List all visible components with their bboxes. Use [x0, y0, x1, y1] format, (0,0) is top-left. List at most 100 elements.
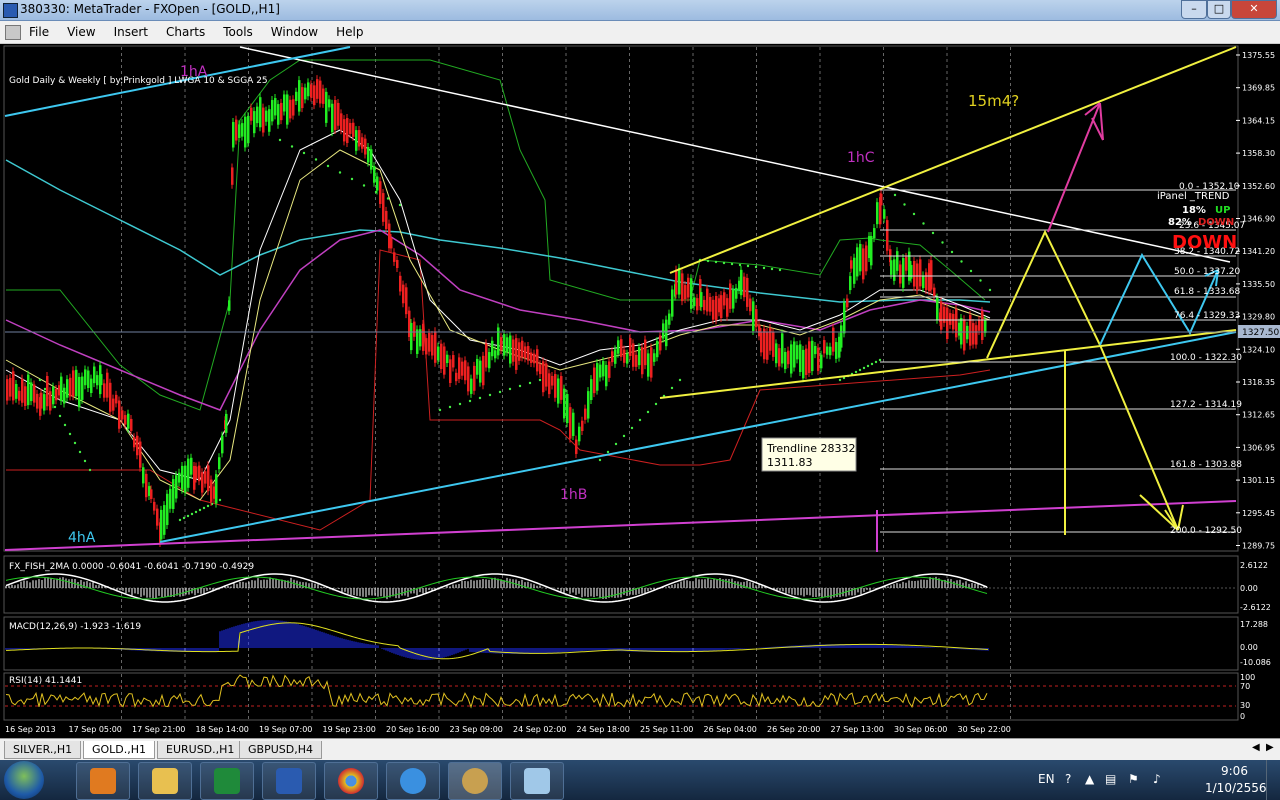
maximize-button[interactable]: □ [1207, 0, 1231, 19]
candle-body [346, 118, 349, 144]
sar-dot [630, 426, 634, 430]
sar-dot [778, 268, 782, 272]
fish-scale-bot: -2.6122 [1240, 603, 1271, 612]
candle-body [715, 295, 718, 321]
taskbar-metatrader[interactable] [448, 762, 502, 800]
tabs-scroll-left[interactable]: ◀ [1252, 742, 1260, 753]
candle-body [662, 323, 665, 339]
candle-body [623, 349, 626, 363]
candle-body [913, 260, 916, 287]
close-button[interactable]: ✕ [1231, 0, 1277, 19]
ipanel-up: UP [1215, 205, 1230, 216]
candle-body [581, 420, 584, 432]
candle-body [215, 474, 218, 504]
tray-flag-icon[interactable]: ⚑ [1128, 772, 1139, 786]
fib-label-764: 76.4 - 1329.33 [1174, 311, 1240, 321]
tray-network-icon[interactable]: ▤ [1105, 772, 1116, 786]
candle-body [178, 472, 181, 483]
sar-dot [218, 498, 222, 502]
sar-dot [838, 378, 842, 382]
sar-dot [43, 387, 47, 391]
tray-help-icon[interactable]: ? [1065, 772, 1071, 786]
candle-body [681, 273, 684, 302]
sar-dot [63, 423, 67, 427]
sar-dot [878, 358, 882, 362]
tray-date[interactable]: 1/10/2556 [1205, 781, 1267, 795]
candle-body [373, 166, 376, 183]
candle-body [506, 337, 509, 353]
candle-body [434, 331, 437, 363]
price-tick-label: 1364.15 [1242, 116, 1275, 125]
sar-dot [58, 414, 62, 418]
candle-body [509, 335, 512, 364]
taskbar-word[interactable] [262, 762, 316, 800]
tab-gold[interactable]: GOLD.,H1 [83, 741, 156, 759]
candle-body [78, 376, 81, 408]
menu-tools[interactable]: Tools [214, 22, 262, 42]
tray-volume-icon[interactable]: ♪ [1153, 772, 1161, 786]
annotation-15m4: 15m4? [968, 92, 1019, 110]
price-tick-label: 1324.10 [1242, 345, 1275, 354]
candle-body [856, 247, 859, 277]
candle-body [846, 298, 849, 308]
candle-body [231, 167, 234, 185]
sar-dot [488, 393, 492, 397]
taskbar-media-player[interactable] [76, 762, 130, 800]
candle-body [500, 337, 503, 351]
candle-body [81, 376, 84, 400]
menu-charts[interactable]: Charts [157, 22, 214, 42]
sar-dot [448, 405, 452, 409]
taskbar-explorer[interactable] [138, 762, 192, 800]
taskbar-chrome[interactable] [324, 762, 378, 800]
candle-body [268, 109, 271, 132]
show-desktop-button[interactable] [1266, 760, 1280, 800]
start-button[interactable] [4, 761, 44, 799]
rsi-label: RSI(14) 41.1441 [9, 676, 82, 686]
candle-body [826, 346, 829, 355]
menu-help[interactable]: Help [327, 22, 372, 42]
menu-bar: FileViewInsertChartsToolsWindowHelp – ❐ … [0, 21, 1280, 59]
candle-body [166, 493, 169, 526]
document-icon[interactable] [5, 25, 21, 40]
taskbar-internet-explorer[interactable] [386, 762, 440, 800]
candle-body [313, 85, 316, 106]
candle-body [169, 488, 172, 509]
minimize-button[interactable]: – [1181, 0, 1207, 19]
candle-body [431, 335, 434, 356]
menu-view[interactable]: View [58, 22, 104, 42]
chart-area[interactable]: Gold Daily & Weekly [ by:Prinkgold ] LWG… [0, 44, 1280, 738]
candle-body [684, 285, 687, 300]
price-tick-label: 1341.20 [1242, 247, 1275, 256]
candle-body [60, 376, 63, 401]
menu-window[interactable]: Window [262, 22, 327, 42]
tab-eurusd[interactable]: EURUSD.,H1 [157, 741, 244, 759]
candle-body [814, 345, 817, 355]
candle-body [563, 388, 566, 419]
tray-clock[interactable]: 9:06 [1221, 764, 1248, 778]
candle-body [975, 325, 978, 345]
menu-insert[interactable]: Insert [105, 22, 157, 42]
candle-body [823, 340, 826, 354]
menu-file[interactable]: File [20, 22, 58, 42]
taskbar-paint[interactable] [510, 762, 564, 800]
sar-dot [498, 390, 502, 394]
candle-body [66, 379, 69, 398]
candle-body [304, 87, 307, 100]
candle-body [325, 91, 328, 123]
candle-body [340, 113, 343, 131]
tab-gbpusd[interactable]: GBPUSD,H4 [239, 741, 322, 759]
candle-body [112, 398, 115, 411]
rsi-scale-100: 100 [1240, 673, 1255, 682]
sar-dot [206, 504, 210, 508]
tray-arrow-icon[interactable]: ▲ [1085, 772, 1094, 786]
candle-body [865, 245, 868, 272]
tray-language[interactable]: EN [1038, 772, 1055, 786]
annotation-1ha: 1hA [180, 64, 208, 80]
candle-body [566, 394, 569, 424]
tabs-scroll-right[interactable]: ▶ [1266, 742, 1274, 753]
candle-body [470, 378, 473, 394]
tab-silver[interactable]: SILVER.,H1 [4, 741, 82, 759]
macd-label: MACD(12,26,9) -1.923 -1.619 [9, 622, 141, 632]
price-tick-label: 1329.80 [1242, 313, 1275, 322]
taskbar-excel[interactable] [200, 762, 254, 800]
